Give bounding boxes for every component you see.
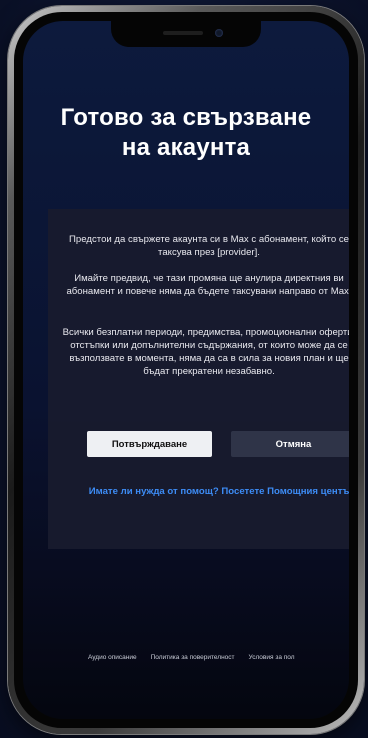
page-title: Готово за свързване на акаунта <box>60 104 312 161</box>
confirmation-card: Предстои да свържете акаунта си в Max с … <box>48 209 349 549</box>
footer-link-terms[interactable]: Условия за пол <box>249 654 295 661</box>
phone-notch <box>111 21 261 47</box>
confirm-button[interactable]: Потвърждаване <box>87 431 212 457</box>
speaker-grille <box>163 31 203 35</box>
front-camera <box>215 29 223 37</box>
cancel-button[interactable]: Отмяна <box>231 431 349 457</box>
app-screen: Готово за свързване на акаунта Предстои … <box>23 21 349 719</box>
footer-link-audio-description[interactable]: Аудио описание <box>88 654 137 661</box>
help-center-link[interactable]: Имате ли нужда от помощ? Посетете Помощн… <box>88 485 349 498</box>
message-link-account: Предстои да свържете акаунта си в Max с … <box>69 234 349 258</box>
phone-frame: Готово за свързване на акаунта Предстои … <box>8 6 364 734</box>
footer-link-privacy-policy[interactable]: Политика за поверителност <box>151 654 235 661</box>
message-cancellation-notice: Имайте предвид, че тази промяна ще анули… <box>66 273 349 297</box>
phone-bezel: Готово за свързване на акаунта Предстои … <box>14 12 358 728</box>
message-benefits-notice: Всички безплатни периоди, предимства, пр… <box>62 327 349 377</box>
footer-links: Аудио описание Политика за поверителност… <box>88 654 295 661</box>
